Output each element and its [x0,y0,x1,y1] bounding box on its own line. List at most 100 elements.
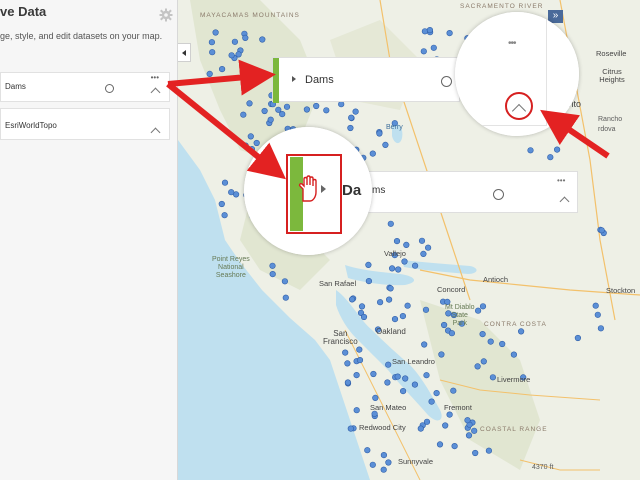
dam-point-marker[interactable] [323,107,330,114]
dam-point-marker[interactable] [547,154,554,161]
dam-point-marker[interactable] [474,363,481,370]
dam-point-marker[interactable] [303,106,311,113]
layer-card-esriworldtopo[interactable]: EsriWorldTopo [0,108,170,140]
dam-point-marker[interactable] [487,338,494,345]
dam-point-marker[interactable] [364,447,371,454]
dam-point-marker[interactable] [385,361,392,368]
dam-point-marker[interactable] [376,130,383,137]
dam-point-marker[interactable] [352,108,359,115]
dam-point-marker[interactable] [372,394,379,402]
layer-card-dams[interactable]: Dams ••• [0,72,170,102]
dam-point-marker[interactable] [365,278,373,285]
dam-point-marker[interactable] [510,351,518,358]
dam-point-marker[interactable] [344,379,352,386]
dam-point-marker[interactable] [380,466,387,473]
dam-point-marker[interactable] [450,387,457,394]
dam-point-marker[interactable] [235,51,242,58]
dam-point-marker[interactable] [356,346,363,353]
dam-point-marker[interactable] [281,278,289,285]
dam-point-marker[interactable] [259,36,266,43]
dam-point-marker[interactable] [212,29,219,36]
dam-point-marker[interactable] [400,388,407,395]
dam-point-marker[interactable] [422,306,430,313]
dam-point-marker[interactable] [338,101,345,108]
dam-point-marker[interactable] [240,111,247,118]
drag-handle-highlight[interactable] [273,58,279,103]
dam-point-marker[interactable] [421,28,429,35]
dam-point-marker[interactable] [386,296,393,303]
dam-point-marker[interactable] [353,407,360,414]
dam-point-marker[interactable] [485,447,493,454]
dam-point-marker[interactable] [344,360,351,367]
ellipsis-icon[interactable]: ••• [151,74,159,82]
dam-point-marker[interactable] [475,307,482,314]
dam-point-marker[interactable] [421,341,428,348]
dam-point-marker[interactable] [527,147,534,154]
dam-point-marker[interactable] [499,340,506,348]
dam-point-marker[interactable] [279,110,286,118]
dam-point-marker[interactable] [404,302,411,309]
dam-point-marker[interactable] [411,381,419,388]
dam-point-marker[interactable] [479,331,486,338]
dam-point-marker[interactable] [209,49,216,56]
dam-point-marker[interactable] [267,116,274,123]
dam-point-marker[interactable] [347,425,354,432]
dam-point-marker[interactable] [464,417,471,424]
dam-point-marker[interactable] [219,65,226,73]
dam-point-marker[interactable] [465,432,473,439]
dam-point-marker[interactable] [479,303,487,310]
dam-point-marker[interactable] [451,443,458,450]
dam-point-marker[interactable] [377,299,384,306]
dam-point-marker[interactable] [206,70,213,77]
radio-circle-icon[interactable] [105,84,114,93]
dam-point-marker[interactable] [384,379,391,386]
dam-point-marker[interactable] [221,212,228,219]
dam-point-marker[interactable] [313,102,320,110]
dam-point-marker[interactable] [349,296,356,303]
dam-point-marker[interactable] [382,141,389,148]
dam-point-marker[interactable] [433,390,440,397]
dam-point-marker[interactable] [269,262,276,269]
ellipsis-icon[interactable]: ••• [508,39,516,49]
dam-point-marker[interactable] [480,358,487,365]
dam-point-marker[interactable] [425,244,432,251]
dam-point-marker[interactable] [399,313,407,320]
chevron-up-icon[interactable] [150,127,161,138]
dam-point-marker[interactable] [395,266,402,273]
dam-point-marker[interactable] [369,461,376,468]
dam-point-marker[interactable] [370,370,377,378]
dam-point-marker[interactable] [489,374,497,381]
radio-circle-icon[interactable] [441,76,452,87]
collapse-panel-button[interactable] [178,43,191,62]
dam-point-marker[interactable] [221,179,229,186]
dam-point-marker[interactable] [592,302,599,309]
dam-point-marker[interactable] [342,349,349,356]
dam-point-marker[interactable] [438,351,445,358]
dam-point-marker[interactable] [387,220,394,227]
dam-point-marker[interactable] [446,29,453,37]
dam-point-marker[interactable] [598,227,605,234]
dam-point-marker[interactable] [471,427,478,434]
dam-point-marker[interactable] [420,48,427,55]
gear-icon[interactable] [159,8,173,22]
dam-point-marker[interactable] [218,200,225,208]
dam-point-marker[interactable] [258,75,265,82]
dam-point-marker[interactable] [442,422,449,429]
dam-point-marker[interactable] [353,372,360,379]
dam-point-marker[interactable] [389,265,396,272]
dam-point-marker[interactable] [360,313,368,321]
dam-point-marker[interactable] [394,373,401,380]
dam-point-marker[interactable] [403,241,410,248]
dam-point-marker[interactable] [402,375,409,382]
dam-point-marker[interactable] [597,325,605,332]
dam-point-marker[interactable] [574,334,582,342]
dam-point-marker[interactable] [430,44,437,51]
dam-point-marker[interactable] [348,114,355,121]
dam-point-marker[interactable] [269,271,276,278]
dam-point-marker[interactable] [423,372,430,379]
dam-point-marker[interactable] [517,328,525,335]
dam-point-marker[interactable] [417,425,424,432]
dam-point-marker[interactable] [420,250,427,257]
dam-point-marker[interactable] [412,262,419,269]
dam-point-marker[interactable] [246,100,253,107]
